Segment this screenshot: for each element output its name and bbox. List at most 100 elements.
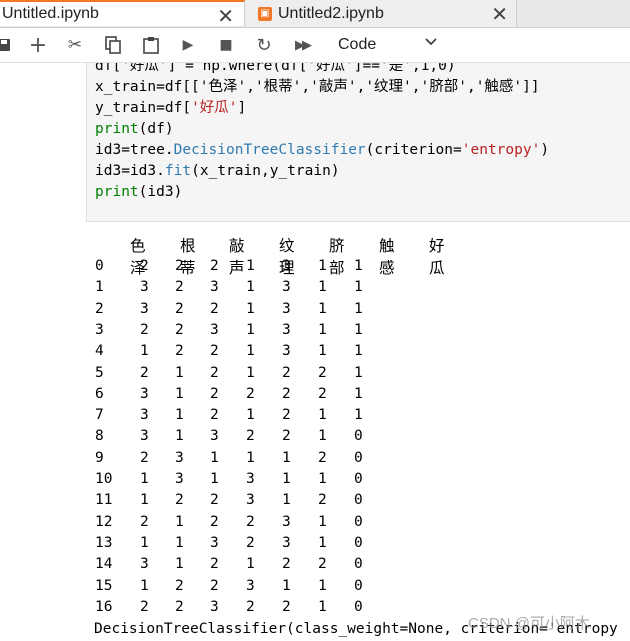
cell-value: 3 bbox=[246, 492, 255, 509]
cell-value: 1 bbox=[318, 279, 327, 296]
cell-value: 2 bbox=[318, 449, 327, 466]
cell-value: 1 bbox=[318, 471, 327, 487]
code-line: print(id3) bbox=[95, 184, 183, 200]
cell-value: 2 bbox=[282, 364, 291, 381]
cell-value: 2 bbox=[175, 258, 184, 274]
row-index: 6 bbox=[95, 385, 104, 402]
cell-output: 色泽 根蒂 敲声 纹理 脐部 触感 好瓜 0222131113231311232213113… bbox=[86, 226, 630, 641]
cell-value: 2 bbox=[210, 364, 219, 381]
cell-value: 1 bbox=[318, 428, 327, 445]
cell-value: 2 bbox=[246, 428, 255, 445]
cell-value: 1 bbox=[246, 364, 255, 381]
cell-value: 1 bbox=[175, 513, 184, 530]
cell-value: 1 bbox=[282, 471, 291, 487]
tab-label: Untitled.ipynb bbox=[2, 5, 99, 22]
cell-value: 1 bbox=[318, 300, 327, 317]
row-index: 11 bbox=[95, 492, 113, 509]
cell-value: 1 bbox=[175, 385, 184, 402]
cell-type-select[interactable]: Code bbox=[322, 32, 442, 58]
cell-value: 1 bbox=[246, 407, 255, 424]
cell-value: 2 bbox=[210, 343, 219, 360]
cell-value: 1 bbox=[318, 258, 327, 274]
cell-value: 2 bbox=[246, 534, 255, 551]
cell-value: 2 bbox=[282, 556, 291, 573]
row-index: 14 bbox=[95, 556, 113, 573]
row-index: 15 bbox=[95, 577, 113, 594]
cell-value: 1 bbox=[282, 449, 291, 466]
row-index: 4 bbox=[95, 343, 104, 360]
cell-value: 1 bbox=[318, 407, 327, 424]
paste-icon[interactable] bbox=[140, 33, 162, 57]
cell-value: 1 bbox=[246, 449, 255, 466]
tab-bar: Untitled.ipynb ✕ ▣ Untitled2.ipynb ✕ bbox=[0, 0, 630, 28]
cell-value: 2 bbox=[318, 364, 327, 381]
cell-value: 2 bbox=[282, 407, 291, 424]
cell-value: 1 bbox=[246, 300, 255, 317]
code-cell[interactable]: df['好瓜'] = np.where(df['好瓜']=='是',1,0) x… bbox=[86, 62, 630, 222]
stop-icon[interactable]: ■ bbox=[216, 33, 236, 57]
code-line: id3=id3.fit(x_train,y_train) bbox=[95, 163, 340, 179]
cell-value: 1 bbox=[175, 534, 184, 551]
tab-label: Untitled2.ipynb bbox=[278, 4, 384, 22]
cell-value: 2 bbox=[282, 385, 291, 402]
cell-value: 2 bbox=[140, 598, 149, 615]
cell-value: 1 bbox=[354, 279, 363, 296]
cell-value: 1 bbox=[318, 513, 327, 530]
cell-value: 1 bbox=[210, 471, 219, 487]
tab-untitled[interactable]: Untitled.ipynb ✕ bbox=[0, 0, 245, 28]
tab-untitled2[interactable]: ▣ Untitled2.ipynb ✕ bbox=[246, 0, 517, 27]
cell-value: 1 bbox=[246, 321, 255, 338]
cell-value: 1 bbox=[354, 321, 363, 338]
row-index: 3 bbox=[95, 321, 104, 338]
cell-value: 3 bbox=[175, 471, 184, 487]
cell-value: 2 bbox=[175, 577, 184, 594]
cell-value: 2 bbox=[318, 385, 327, 402]
cell-value: 0 bbox=[354, 428, 363, 445]
cell-value: 1 bbox=[175, 364, 184, 381]
code-line: print(df) bbox=[95, 121, 174, 137]
cell-value: 0 bbox=[354, 577, 363, 594]
cell-value: 1 bbox=[175, 428, 184, 445]
cut-icon[interactable]: ✂ bbox=[64, 33, 86, 57]
cell-value: 1 bbox=[318, 577, 327, 594]
cell-value: 3 bbox=[175, 449, 184, 466]
cell-value: 3 bbox=[282, 321, 291, 338]
code-editor[interactable]: df['好瓜'] = np.where(df['好瓜']=='是',1,0) x… bbox=[95, 63, 550, 203]
cell-value: 1 bbox=[246, 556, 255, 573]
add-icon[interactable]: + bbox=[28, 33, 48, 58]
cell-value: 3 bbox=[246, 471, 255, 487]
cell-value: 3 bbox=[282, 343, 291, 360]
copy-icon[interactable] bbox=[102, 33, 124, 57]
restart-icon[interactable]: ↻ bbox=[254, 33, 274, 57]
close-icon[interactable]: ✕ bbox=[217, 4, 234, 28]
save-icon[interactable] bbox=[0, 33, 12, 57]
row-index: 13 bbox=[95, 534, 113, 551]
cell-value: 2 bbox=[175, 598, 184, 615]
notebook-icon: ▣ bbox=[258, 6, 272, 21]
close-icon[interactable]: ✕ bbox=[491, 2, 508, 26]
row-index: 10 bbox=[95, 471, 113, 487]
column-header: 敲声 bbox=[229, 238, 245, 277]
cell-value: 0 bbox=[354, 449, 363, 466]
column-header: 脐部 bbox=[329, 238, 345, 277]
cell-value: 0 bbox=[354, 556, 363, 573]
cell-value: 1 bbox=[354, 258, 363, 274]
cell-value: 2 bbox=[140, 513, 149, 530]
fast-forward-icon[interactable]: ▶▶ bbox=[290, 33, 314, 57]
cell-value: 0 bbox=[354, 513, 363, 530]
cell-value: 3 bbox=[210, 534, 219, 551]
cell-value: 1 bbox=[354, 385, 363, 402]
code-line: id3=tree.DecisionTreeClassifier(criterio… bbox=[95, 142, 550, 158]
cell-value: 2 bbox=[140, 364, 149, 381]
code-line: x_train=df[['色泽','根蒂','敲声','纹理','脐部','触感… bbox=[95, 79, 540, 95]
row-index: 8 bbox=[95, 428, 104, 445]
column-header: 好瓜 bbox=[429, 238, 445, 277]
cell-value: 2 bbox=[282, 428, 291, 445]
cell-value: 1 bbox=[140, 577, 149, 594]
run-icon[interactable]: ▶ bbox=[178, 33, 198, 57]
cell-value: 1 bbox=[175, 407, 184, 424]
cell-value: 1 bbox=[318, 598, 327, 615]
cell-value: 0 bbox=[354, 492, 363, 509]
cell-value: 1 bbox=[210, 449, 219, 466]
cell-value: 0 bbox=[354, 471, 363, 487]
